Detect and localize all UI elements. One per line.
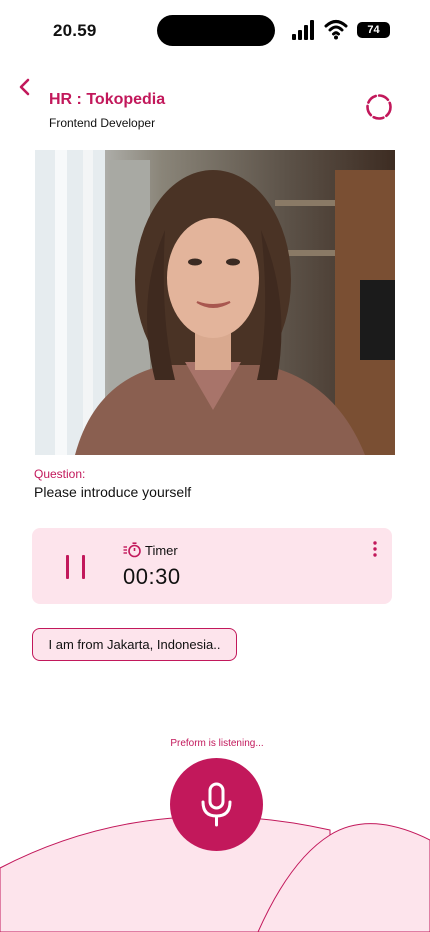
listening-status: Preform is listening... — [170, 738, 264, 749]
pause-button[interactable] — [62, 552, 90, 582]
back-chevron-icon[interactable] — [14, 76, 36, 98]
signal-icon — [292, 20, 314, 40]
more-options-icon[interactable] — [369, 540, 381, 558]
interviewer-video-feed — [35, 150, 395, 455]
wifi-icon — [324, 20, 348, 40]
microphone-icon — [201, 782, 232, 827]
job-role: Frontend Developer — [49, 116, 156, 130]
stopwatch-icon — [123, 542, 141, 558]
transcript-bubble: I am from Jakarta, Indonesia.. — [32, 628, 237, 661]
question-text: Please introduce yourself — [34, 484, 192, 500]
timer-value: 00:30 — [123, 564, 181, 589]
microphone-button[interactable] — [170, 758, 263, 851]
question-label: Question: — [34, 467, 86, 481]
status-bar: 20.59 74 — [0, 0, 430, 62]
interviewer-title: HR : Tokopedia — [49, 91, 166, 108]
battery-indicator: 74 — [357, 22, 390, 38]
pause-bar-right — [82, 555, 85, 579]
status-time: 20.59 — [53, 21, 97, 40]
pause-bar-left — [66, 555, 69, 579]
timer-label: Timer — [145, 543, 178, 558]
dynamic-island — [157, 15, 275, 46]
loading-spinner-icon — [366, 94, 392, 120]
